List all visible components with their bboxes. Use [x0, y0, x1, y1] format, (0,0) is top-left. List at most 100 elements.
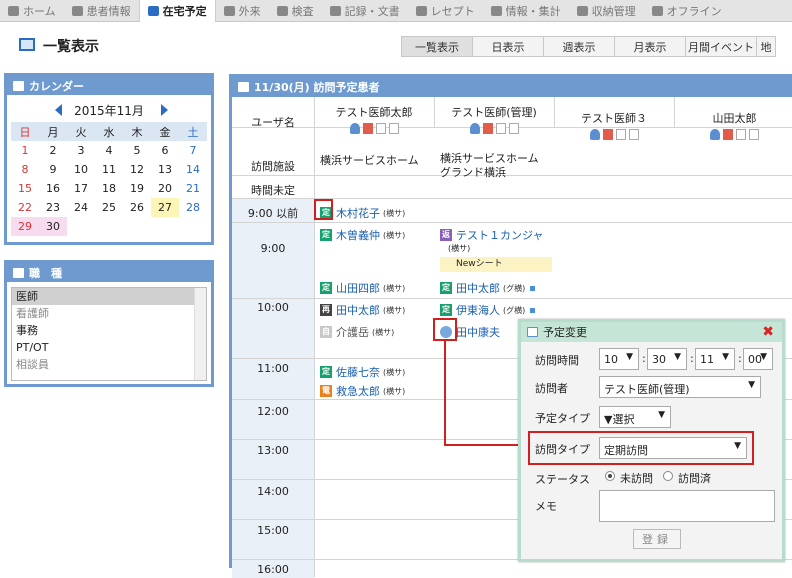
calendar-day[interactable]: 5: [123, 141, 151, 160]
calendar-day-today[interactable]: 27: [151, 198, 179, 217]
end-hour-select[interactable]: 11 ▼: [695, 348, 735, 370]
visit-entry[interactable]: 定木曽義仲 (横サ): [320, 227, 405, 243]
end-minute-select[interactable]: 00 ▼: [743, 348, 773, 370]
occupation-item[interactable]: 相談員: [12, 356, 206, 373]
tab-stats[interactable]: 情報・集計: [483, 0, 569, 22]
patient-name[interactable]: 田中太郎: [456, 282, 500, 295]
user-icon[interactable]: [589, 129, 600, 140]
pdf-icon[interactable]: [723, 129, 733, 140]
tab-payment[interactable]: 収納管理: [569, 0, 644, 22]
calendar-day[interactable]: 14: [179, 160, 207, 179]
view-tab-map[interactable]: 地: [756, 36, 776, 57]
patient-name[interactable]: 木曽義仲: [336, 229, 380, 242]
occupation-list[interactable]: 医師 看護師 事務 PT/OT 相談員: [11, 287, 207, 381]
close-icon[interactable]: ✖: [762, 324, 774, 340]
calendar-day[interactable]: 25: [95, 198, 123, 217]
calendar-day[interactable]: 6: [151, 141, 179, 160]
register-button[interactable]: 登録: [633, 529, 681, 549]
calendar-day[interactable]: 24: [67, 198, 95, 217]
calendar-day[interactable]: 10: [67, 160, 95, 179]
calendar-day[interactable]: 8: [11, 160, 39, 179]
user-icon[interactable]: [710, 129, 720, 140]
occupation-item[interactable]: 看護師: [12, 305, 206, 322]
occupation-scrollbar[interactable]: [194, 288, 206, 380]
tab-patients[interactable]: 患者情報: [64, 0, 139, 22]
visit-entry[interactable]: 定山田四郎 (横サ): [320, 280, 405, 296]
calendar-day[interactable]: 26: [123, 198, 151, 217]
visit-entry[interactable]: 定田中太郎 (グ横): [440, 280, 536, 296]
calendar-day[interactable]: 23: [39, 198, 67, 217]
schedule-type-select[interactable]: ▼選択 ▼: [599, 406, 671, 428]
user-icon[interactable]: [349, 123, 360, 134]
patient-name[interactable]: 田中康夫: [456, 326, 500, 339]
user-icon[interactable]: [469, 123, 480, 134]
print-icon[interactable]: [375, 123, 386, 134]
start-hour-select[interactable]: 10 ▼: [599, 348, 639, 370]
patient-name[interactable]: 伊東海人: [456, 304, 500, 317]
calendar-day[interactable]: 12: [123, 160, 151, 179]
patient-name[interactable]: 山田四郎: [336, 282, 380, 295]
visit-entry[interactable]: 定佐藤七奈 (横サ): [320, 364, 405, 380]
visit-entry[interactable]: 再田中太郎 (横サ): [320, 302, 405, 318]
start-minute-select[interactable]: 30 ▼: [647, 348, 687, 370]
status-radio-unvisited[interactable]: [605, 471, 615, 481]
print-icon[interactable]: [508, 123, 519, 134]
print-icon[interactable]: [388, 123, 399, 134]
status-radio-visited[interactable]: [663, 471, 673, 481]
calendar-day[interactable]: 17: [67, 179, 95, 198]
view-tab-day[interactable]: 日表示: [472, 36, 544, 57]
calendar-day[interactable]: 28: [179, 198, 207, 217]
patient-name[interactable]: 佐藤七奈: [336, 366, 380, 379]
calendar-day[interactable]: 18: [95, 179, 123, 198]
calendar-day[interactable]: 15: [11, 179, 39, 198]
calendar-day[interactable]: 1: [11, 141, 39, 160]
visit-entry[interactable]: 自介護岳 (横サ): [320, 324, 394, 340]
occupation-item[interactable]: PT/OT: [12, 339, 206, 356]
calendar-day-selected[interactable]: 30: [39, 217, 67, 236]
visit-entry[interactable]: 定伊東海人 (グ横): [440, 302, 536, 318]
next-month-icon[interactable]: [161, 104, 168, 116]
occupation-item[interactable]: 医師: [12, 288, 206, 305]
calendar-day[interactable]: 20: [151, 179, 179, 198]
tab-documents[interactable]: 記録・文書: [322, 0, 408, 22]
calendar-day[interactable]: 2: [39, 141, 67, 160]
print-icon[interactable]: [495, 123, 506, 134]
pdf-icon[interactable]: [602, 129, 613, 140]
visitor-select[interactable]: テスト医師(管理) ▼: [599, 376, 761, 398]
occupation-item[interactable]: 事務: [12, 322, 206, 339]
calendar-day[interactable]: 4: [95, 141, 123, 160]
calendar-day[interactable]: 3: [67, 141, 95, 160]
pdf-icon[interactable]: [482, 123, 493, 134]
calendar-day[interactable]: 11: [95, 160, 123, 179]
print-icon[interactable]: [628, 129, 639, 140]
calendar-day[interactable]: 16: [39, 179, 67, 198]
calendar-day[interactable]: 13: [151, 160, 179, 179]
patient-name[interactable]: 田中太郎: [336, 304, 380, 317]
tab-outpatient[interactable]: 外来: [216, 0, 269, 22]
view-tab-monthly-event[interactable]: 月間イベント: [685, 36, 757, 57]
tab-home[interactable]: ホーム: [0, 0, 64, 22]
patient-name[interactable]: テスト１カンジャ: [456, 229, 543, 242]
patient-name[interactable]: 木村花子: [336, 207, 380, 220]
calendar-day[interactable]: 21: [179, 179, 207, 198]
patient-name[interactable]: 救急太郎: [336, 385, 380, 398]
calendar-day[interactable]: 19: [123, 179, 151, 198]
tab-offline[interactable]: オフライン: [644, 0, 730, 22]
patient-name[interactable]: 介護岳: [336, 326, 369, 339]
tab-home-visit[interactable]: 在宅予定: [138, 0, 216, 22]
visit-entry[interactable]: 返テスト１カンジャ: [440, 227, 543, 243]
calendar-day[interactable]: 9: [39, 160, 67, 179]
tab-receipt[interactable]: レセプト: [408, 0, 483, 22]
print-icon[interactable]: [736, 129, 746, 140]
visit-type-select[interactable]: 定期訪問 ▼: [599, 437, 747, 459]
tab-test[interactable]: 検査: [269, 0, 322, 22]
print-icon[interactable]: [749, 129, 759, 140]
view-tab-list[interactable]: 一覧表示: [401, 36, 473, 57]
calendar-day[interactable]: 7: [179, 141, 207, 160]
memo-textarea[interactable]: [599, 490, 775, 522]
pdf-icon[interactable]: [362, 123, 373, 134]
print-icon[interactable]: [615, 129, 626, 140]
view-tab-month[interactable]: 月表示: [614, 36, 686, 57]
calendar-day[interactable]: 22: [11, 198, 39, 217]
calendar-day[interactable]: 29: [11, 217, 39, 236]
